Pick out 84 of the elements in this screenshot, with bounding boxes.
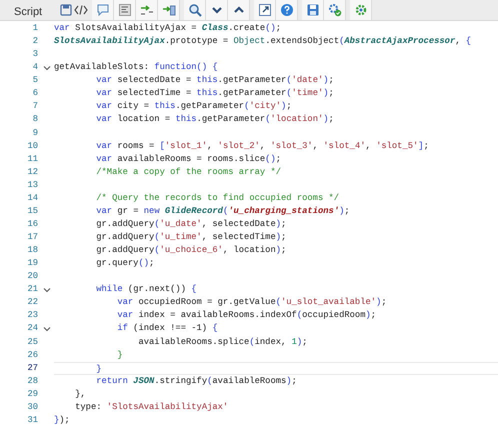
format-button[interactable] (114, 0, 136, 20)
code-line: type: 'SlotsAvailabilityAjax' (74, 402, 228, 412)
code-line: }); (54, 414, 70, 425)
line-number: 12 (26, 166, 39, 179)
line-number: 15 (26, 204, 39, 218)
line-number: 10 (26, 140, 39, 153)
fold-chevron-icon[interactable] (43, 286, 51, 294)
line-number: 16 (26, 218, 39, 231)
save-icon[interactable] (60, 4, 72, 16)
code-line: var location = this.getParameter('location'); (95, 114, 334, 124)
external-link-icon (258, 3, 272, 17)
replace-button[interactable] (136, 0, 158, 20)
help-icon (280, 3, 294, 17)
replace-all-button[interactable] (158, 0, 180, 20)
line-number: 27 (26, 362, 39, 375)
code-line: gr.query(); (95, 258, 154, 268)
code-line: gr.addQuery('u_time', selectedTime); (95, 232, 286, 242)
line-number: 21 (26, 283, 39, 296)
arrow-into-box-icon (162, 3, 176, 17)
line-number: 18 (26, 244, 39, 258)
line-number: 20 (26, 270, 39, 284)
speech-bubble-icon (96, 3, 110, 17)
line-number: 26 (26, 348, 39, 362)
line-number: 19 (26, 257, 39, 270)
line-number: 23 (26, 309, 39, 322)
code-line: var gr = new GlideRecord('u_charging_stations'); (95, 206, 350, 216)
code-line: var occupiedRoom = gr.getValue('u_slot_available'); (116, 297, 387, 308)
code-line: var rooms = ['slot_1', 'slot_2', 'slot_3', 'slot_4', 'slot_5']; (95, 140, 429, 151)
code-line: var selectedTime = this.getParameter('time'); (95, 88, 334, 98)
line-number: 1 (32, 22, 39, 35)
line-number: 4 (32, 61, 39, 74)
line-number: 7 (32, 100, 39, 114)
code-line: var index = availableRooms.indexOf(occupiedRoom); (116, 310, 376, 320)
code-line: if (index !== -1) { (116, 323, 218, 334)
line-number: 2 (32, 35, 39, 48)
code-line: gr.addQuery('u_date', selectedDate); (95, 218, 286, 229)
line-number: 8 (32, 113, 39, 126)
line-number: 25 (26, 336, 39, 348)
line-number: 11 (26, 152, 39, 166)
code-line: availableRooms.splice(index, 1); (137, 336, 308, 346)
code-line: while (gr.next()) { (95, 284, 197, 294)
line-number: 24 (26, 322, 39, 336)
code-line: SlotsAvailabilityAjax.prototype = Object.extendsObject(AbstractAjaxProcessor, { (54, 36, 472, 46)
gear-button[interactable] (350, 0, 372, 20)
code-line: } (95, 364, 102, 374)
search-button[interactable] (184, 0, 206, 20)
document-icon (118, 3, 132, 17)
arrow-icon (140, 3, 154, 17)
line-number: 29 (26, 388, 39, 401)
gear-check-button[interactable] (324, 0, 346, 20)
code-line: var city = this.getParameter('city'); (95, 101, 292, 112)
line-number: 3 (32, 48, 39, 62)
code-line: var availableRooms = rooms.slice(); (95, 154, 282, 164)
fold-chevron-icon[interactable] (43, 64, 51, 72)
line-number: 14 (26, 192, 39, 205)
expand-button[interactable] (254, 0, 276, 20)
fold-chevron-icon[interactable] (43, 324, 51, 333)
code-line: getAvailableSlots: function() { (54, 62, 218, 72)
line-number: 6 (32, 87, 39, 100)
previous-button[interactable] (228, 0, 250, 20)
line-number: 13 (26, 178, 39, 192)
code-line: /* Query the records to find occupied rooms */ (95, 192, 340, 203)
help-button[interactable] (276, 0, 298, 20)
code-line: }, (74, 388, 86, 399)
code-line: gr.addQuery('u_choice_6', location); (95, 245, 286, 256)
line-number: 17 (26, 231, 39, 244)
save-button[interactable] (302, 0, 324, 20)
line-number: 22 (26, 296, 39, 310)
line-number: 31 (26, 414, 39, 427)
gear-check-icon (328, 3, 342, 17)
code-line: /*Make a copy of the rooms array */ (95, 166, 281, 177)
code-line: return JSON.stringify(availableRooms); (95, 376, 297, 386)
gear-icon (354, 3, 368, 17)
code-line: var selectedDate = this.getParameter('date'); (95, 75, 334, 86)
line-number: 9 (32, 126, 39, 140)
line-number: 28 (26, 374, 39, 388)
next-button[interactable] (206, 0, 228, 20)
script-label: Script (13, 4, 44, 20)
search-icon (188, 3, 202, 17)
code-line: } (116, 350, 123, 360)
line-number: 5 (32, 74, 39, 88)
line-number: 30 (26, 400, 39, 414)
code-line: var SlotsAvailabilityAjax = Class.create(); (54, 23, 282, 33)
code-icon[interactable] (74, 5, 88, 15)
